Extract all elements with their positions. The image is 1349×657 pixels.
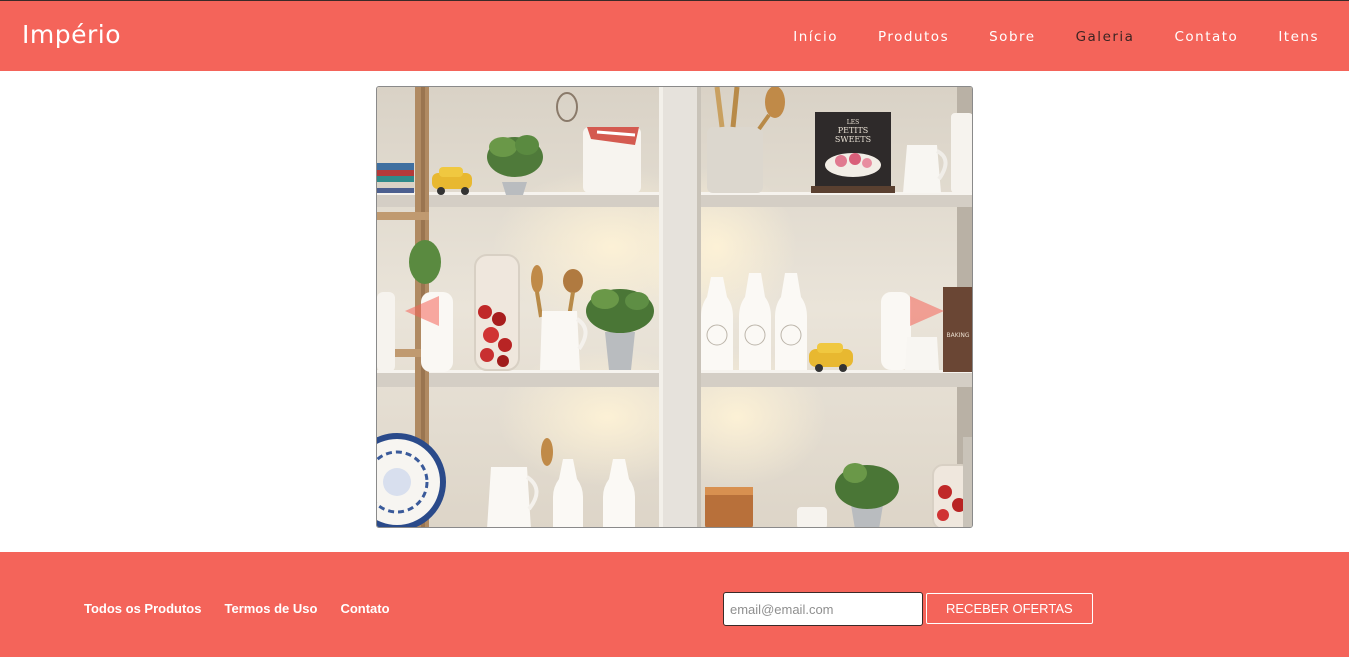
site-footer: Todos os Produtos Termos de Uso Contato … [0,552,1349,657]
nav-itens[interactable]: Itens [1278,29,1319,45]
brand-logo[interactable]: Império [22,20,121,49]
gallery-carousel: LES PETITS SWEETS BAKING [376,86,973,528]
email-input[interactable] [723,592,923,626]
book-title-1: LES [847,119,859,126]
carousel-prev-button[interactable] [403,292,441,330]
nav-contato[interactable]: Contato [1174,29,1238,45]
nav-produtos[interactable]: Produtos [878,29,949,45]
site-header: Império Início Produtos Sobre Galeria Co… [0,0,1349,71]
footer-links: Todos os Produtos Termos de Uso Contato [84,601,413,616]
footer-link-todos-produtos[interactable]: Todos os Produtos [84,601,201,616]
nav-galeria[interactable]: Galeria [1076,29,1135,45]
book-title-3: SWEETS [835,135,871,144]
nav-sobre[interactable]: Sobre [989,29,1035,45]
triangle-right-icon [910,296,944,326]
book-title-2: PETITS [838,126,869,135]
book-spine-text: BAKING [946,332,969,339]
carousel-next-button[interactable] [908,292,946,330]
nav-inicio[interactable]: Início [793,29,838,45]
main-nav: Início Produtos Sobre Galeria Contato It… [753,29,1319,45]
footer-link-termos-de-uso[interactable]: Termos de Uso [224,601,317,616]
triangle-left-icon [405,296,439,326]
kitchen-shelves-photo: LES PETITS SWEETS BAKING [377,87,972,527]
receive-offers-button[interactable]: RECEBER OFERTAS [926,593,1093,624]
newsletter-form: RECEBER OFERTAS [723,592,1093,626]
footer-link-contato[interactable]: Contato [340,601,389,616]
